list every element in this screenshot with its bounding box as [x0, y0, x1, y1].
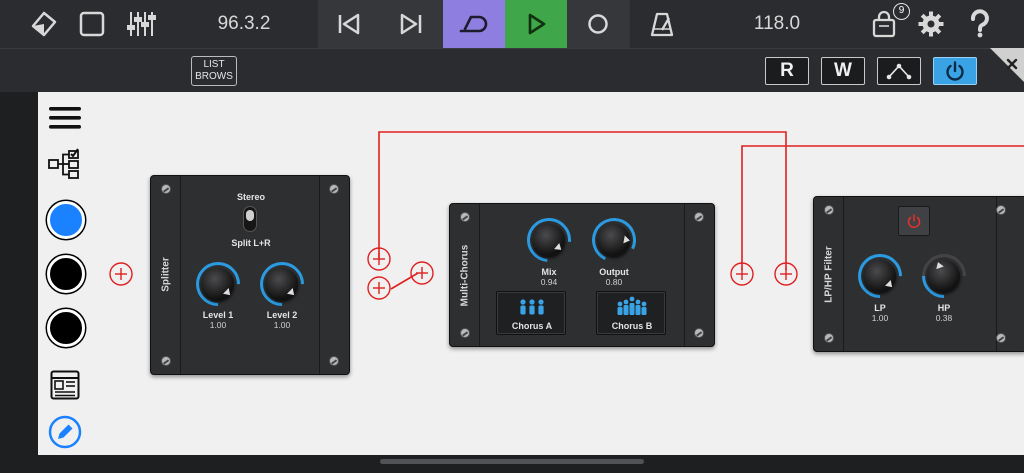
loop-button[interactable] — [443, 0, 505, 48]
output-value: 0.80 — [605, 277, 623, 287]
store-badge: 9 — [893, 3, 910, 20]
plugin-title: Splitter — [160, 257, 172, 292]
gear-icon[interactable] — [914, 0, 948, 48]
transport-bar: 96.3.2 118.0 9 — [0, 0, 1024, 48]
add-connection-icon[interactable] — [367, 247, 391, 271]
stop-square-icon[interactable] — [74, 0, 110, 48]
power-icon — [946, 61, 964, 81]
add-connection-icon[interactable] — [730, 262, 754, 286]
people-icon — [520, 299, 544, 315]
screw-icon — [161, 356, 171, 366]
screw-icon — [460, 212, 470, 222]
chorus-a-label: Chorus A — [511, 321, 553, 331]
play-button[interactable] — [505, 0, 567, 48]
switch-lever — [246, 210, 254, 221]
pencil-icon[interactable] — [47, 414, 83, 450]
lp-knob[interactable] — [848, 244, 912, 308]
app-window: 96.3.2 118.0 9 LIST BROWS R W Splitter S… — [0, 0, 1024, 473]
list-browse-line-2: BROWS — [195, 71, 233, 82]
plugin-title: Multi-Chorus — [459, 244, 471, 307]
add-connection-icon[interactable] — [109, 262, 133, 286]
output-label: Output — [599, 267, 629, 277]
mode-label-bottom: Split L+R — [231, 238, 271, 248]
screw-icon — [161, 184, 171, 194]
screw-icon — [460, 328, 470, 338]
screw-icon — [824, 205, 834, 215]
crowd-icon — [617, 296, 647, 315]
bottom-scroll-area — [38, 455, 1024, 473]
knob-body — [928, 260, 960, 292]
level-1-label: Level 1 — [202, 310, 234, 320]
hp-label: HP — [937, 303, 951, 313]
song-position-readout[interactable]: 96.3.2 — [206, 0, 282, 48]
lp-label: LP — [874, 303, 886, 313]
view-cube-icon[interactable] — [24, 0, 64, 48]
lp-hp-filter-plugin[interactable]: LP/HP Filter LP 1.00 HP 0.38 — [813, 196, 1024, 352]
automation-curve-icon — [886, 63, 912, 80]
add-connection-icon[interactable] — [410, 261, 434, 285]
black-circle-icon[interactable] — [47, 255, 85, 293]
left-gutter — [0, 92, 38, 473]
screw-icon — [694, 328, 704, 338]
window-panel-icon[interactable] — [48, 368, 82, 402]
screw-icon — [694, 212, 704, 222]
mix-value: 0.94 — [540, 277, 558, 287]
splitter-plugin[interactable]: Splitter Stereo Split L+R Level 1 1.00 L… — [150, 175, 350, 375]
help-icon[interactable] — [960, 0, 1000, 48]
metronome-icon[interactable] — [642, 0, 682, 48]
chorus-side-rail — [684, 204, 714, 346]
read-automation-button[interactable]: R — [765, 57, 809, 85]
close-rack-button[interactable] — [984, 48, 1024, 92]
hp-knob[interactable] — [912, 244, 976, 308]
hp-value: 0.38 — [935, 313, 953, 323]
splitter-side-rail — [319, 176, 349, 374]
filter-bypass-button[interactable] — [898, 206, 930, 236]
screw-icon — [329, 184, 339, 194]
level-2-knob[interactable] — [250, 252, 314, 316]
black-circle-icon[interactable] — [47, 309, 85, 347]
level-2-label: Level 2 — [266, 310, 298, 320]
level-2-value: 1.00 — [273, 320, 291, 330]
menu-icon[interactable] — [46, 100, 84, 136]
level-1-knob[interactable] — [186, 252, 250, 316]
play-icon — [528, 13, 546, 35]
add-connection-icon[interactable] — [367, 276, 391, 300]
list-browse-button[interactable]: LIST BROWS — [191, 56, 237, 86]
routing-canvas[interactable]: Splitter Stereo Split L+R Level 1 1.00 L… — [38, 92, 1024, 455]
chorus-b-label: Chorus B — [611, 321, 653, 331]
add-connection-icon[interactable] — [774, 262, 798, 286]
automation-curve-button[interactable] — [877, 57, 921, 85]
mixer-icon[interactable] — [124, 0, 158, 48]
multi-chorus-plugin[interactable]: Multi-Chorus Mix 0.94 Output 0.80 Chorus… — [449, 203, 715, 347]
transport-controls — [318, 0, 630, 48]
tempo-readout[interactable]: 118.0 — [742, 0, 812, 48]
skip-forward-icon[interactable] — [392, 0, 430, 48]
mix-label: Mix — [541, 267, 557, 277]
chorus-a-button[interactable]: Chorus A — [496, 291, 566, 335]
screw-icon — [996, 205, 1006, 215]
mix-knob[interactable] — [518, 209, 580, 271]
lp-value: 1.00 — [871, 313, 889, 323]
power-toggle-button[interactable] — [933, 57, 977, 85]
stereo-split-switch[interactable] — [243, 206, 257, 232]
loop-icon — [459, 15, 488, 33]
horizontal-scrollbar[interactable] — [380, 459, 644, 464]
chorus-b-button[interactable]: Chorus B — [596, 291, 666, 335]
filter-side-rail — [996, 197, 1024, 351]
power-icon — [907, 214, 921, 229]
screw-icon — [329, 356, 339, 366]
record-icon[interactable] — [580, 0, 616, 48]
output-knob[interactable] — [585, 211, 643, 269]
plugin-title: LP/HP Filter — [823, 246, 835, 303]
list-browse-line-1: LIST — [203, 59, 225, 70]
blue-circle-icon[interactable] — [47, 201, 85, 239]
level-1-value: 1.00 — [209, 320, 227, 330]
tree-checklist-icon[interactable] — [46, 146, 84, 182]
write-automation-button[interactable]: W — [821, 57, 865, 85]
mode-label-top: Stereo — [236, 192, 265, 202]
rack-toolbar: LIST BROWS R W — [0, 48, 1024, 92]
screw-icon — [996, 333, 1006, 343]
screw-icon — [824, 333, 834, 343]
skip-back-icon[interactable] — [330, 0, 368, 48]
